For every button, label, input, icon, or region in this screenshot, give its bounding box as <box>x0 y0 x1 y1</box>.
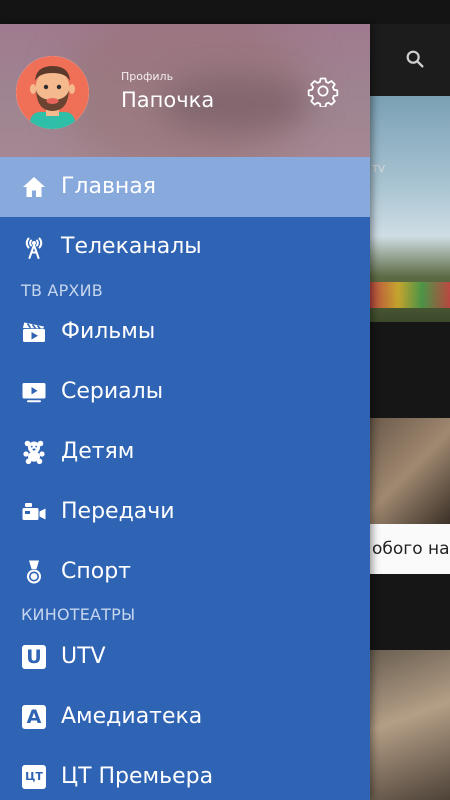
medal-icon <box>27 560 41 584</box>
status-bar <box>0 0 450 24</box>
menu-item-label: Главная <box>61 174 157 199</box>
menu-item-label: Детям <box>61 439 135 464</box>
menu-item-label: ЦТ Премьера <box>61 764 214 789</box>
profile-caption: Профиль <box>121 70 174 83</box>
section-header-tv-archive: ТВ АРХИВ <box>21 281 103 300</box>
menu-item-label: UTV <box>61 644 106 669</box>
search-icon[interactable] <box>404 48 426 70</box>
menu-item-label: Сериалы <box>61 379 164 404</box>
ct-premiere-logo-icon: ЦТ <box>22 765 46 789</box>
menu-item-label: Спорт <box>61 559 131 584</box>
video-camera-icon <box>22 503 46 520</box>
background-card-people[interactable] <box>370 650 450 800</box>
background-card-label: TV <box>372 164 385 175</box>
background-card-movie[interactable] <box>370 418 450 524</box>
menu-item-sport[interactable]: Спорт <box>0 542 370 602</box>
menu-item-kids[interactable]: Детям <box>0 422 370 482</box>
menu-item-shows[interactable]: Передачи <box>0 482 370 542</box>
menu-item-label: Телеканалы <box>61 234 202 259</box>
menu-item-home[interactable]: Главная <box>0 157 370 217</box>
background-card-clouds[interactable] <box>370 96 450 322</box>
menu-item-ct-premiere[interactable]: ЦТ ЦТ Премьера <box>0 747 370 800</box>
menu-item-label: Фильмы <box>61 319 156 344</box>
section-header-cinemas: КИНОТЕАТРЫ <box>21 605 136 624</box>
profile-name[interactable]: Папочка <box>121 88 214 112</box>
clapperboard-icon <box>23 322 45 342</box>
menu-item-label: Передачи <box>61 499 175 524</box>
background-toolbar <box>370 24 450 96</box>
menu-item-utv[interactable]: U UTV <box>0 627 370 687</box>
drawer-header: Профиль Папочка <box>0 24 370 157</box>
utv-logo-icon: U <box>22 645 46 669</box>
tv-play-icon <box>22 383 46 403</box>
amediateka-logo-icon: A <box>22 705 46 729</box>
teddy-bear-icon <box>23 440 45 465</box>
menu-item-channels[interactable]: Телеканалы <box>0 217 370 277</box>
avatar[interactable] <box>16 56 89 129</box>
navigation-drawer: Профиль Папочка Главная Телеканалы ТВ АР… <box>0 24 370 800</box>
background-app: TV обого наз <box>370 24 450 800</box>
gear-icon[interactable] <box>307 75 339 107</box>
menu-item-amediateka[interactable]: A Амедиатека <box>0 687 370 747</box>
menu-item-movies[interactable]: Фильмы <box>0 302 370 362</box>
menu-item-label: Амедиатека <box>61 704 203 729</box>
menu-item-series[interactable]: Сериалы <box>0 362 370 422</box>
home-icon <box>23 177 45 197</box>
background-card-title: обого наз <box>370 524 450 574</box>
antenna-icon <box>25 237 43 259</box>
